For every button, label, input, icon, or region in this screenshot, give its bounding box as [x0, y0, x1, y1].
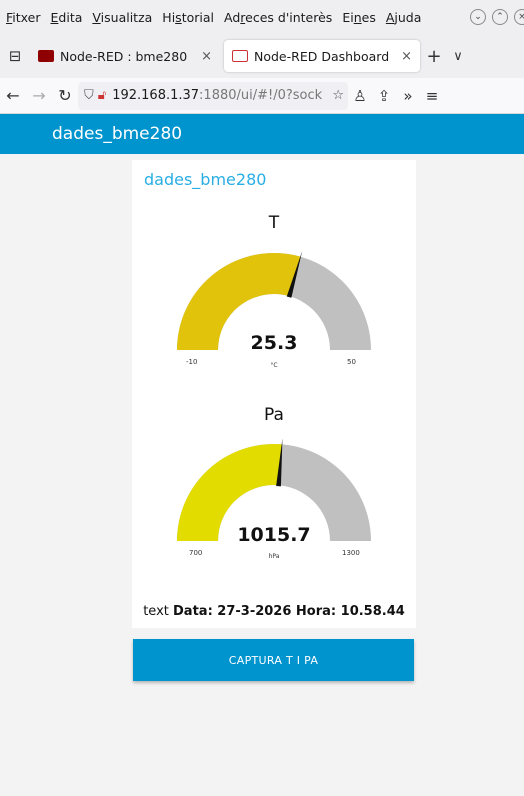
- menu-item-fitxer[interactable]: Fitxer: [6, 10, 41, 25]
- extensions-icon[interactable]: ♙: [348, 87, 372, 105]
- hamburger-menu-icon[interactable]: ≡: [420, 87, 444, 105]
- node-red-favicon-icon: [38, 50, 54, 62]
- tab-title: Node-RED : bme280: [60, 48, 188, 64]
- list-all-tabs-icon[interactable]: ∨: [448, 49, 468, 64]
- gauge-title-temperature: T: [268, 213, 280, 233]
- text-widget-value: Data: 27-3-2026 Hora: 10.58.44: [173, 604, 405, 619]
- menu-bar: Fitxer Edita Visualitza Historial Adrece…: [0, 0, 524, 34]
- navigation-bar: ← → ↻ ⛉ 🔓︎ 192.168.1.37:1880/ui/#!/0?soc…: [0, 78, 524, 114]
- dashboard-title: dades_bme280: [52, 124, 183, 144]
- menu-item-adreces[interactable]: Adreces d'interès: [224, 10, 332, 25]
- gauge-max-label: 1300: [342, 549, 360, 557]
- gauge-pressure: 1015.7 hPa 700 1300: [172, 439, 376, 599]
- group-title: dades_bme280: [144, 170, 267, 189]
- gauge-unit: °C: [270, 362, 278, 369]
- gauge-min-label: -10: [186, 358, 198, 366]
- reload-icon[interactable]: ↻: [52, 86, 78, 105]
- menu-item-eines[interactable]: Eines: [342, 10, 376, 25]
- tab-list-icon[interactable]: ⊟: [0, 47, 30, 65]
- tab-bar: ⊟ Node-RED : bme280 × Node-RED Dashboard…: [0, 34, 524, 78]
- minimize-icon[interactable]: ⌄: [470, 9, 486, 25]
- gauge-value: 1015.7: [237, 524, 311, 546]
- text-widget-label: text: [143, 604, 169, 619]
- dashboard-header: dades_bme280: [0, 114, 524, 154]
- gauge-value: 25.3: [250, 332, 298, 354]
- share-icon[interactable]: ⇪: [372, 87, 396, 105]
- back-icon[interactable]: ←: [0, 86, 26, 105]
- dashboard-group-card: dades_bme280 T 25.3 °C -10 50 Pa 1015.7 …: [132, 160, 416, 628]
- capture-t-pa-button[interactable]: CAPTURA T I PA: [133, 639, 414, 681]
- tab-node-red-dashboard[interactable]: Node-RED Dashboard ×: [224, 40, 420, 72]
- tab-title: Node-RED Dashboard: [254, 48, 390, 64]
- window-controls: ⌄ ⌃ ×: [470, 9, 524, 25]
- tracking-shield-icon[interactable]: ⛉: [84, 88, 94, 103]
- gauge-min-label: 700: [189, 549, 203, 557]
- url-path: :1880/ui/#!/0?sock: [199, 88, 323, 103]
- close-window-icon[interactable]: ×: [514, 9, 524, 25]
- menu-item-visualitza[interactable]: Visualitza: [92, 10, 152, 25]
- tab-close-icon[interactable]: ×: [201, 49, 212, 64]
- url-host: 192.168.1.37: [112, 88, 200, 103]
- overflow-chevron-icon[interactable]: »: [396, 87, 420, 105]
- gauge-max-label: 50: [347, 358, 356, 366]
- menu-item-historial[interactable]: Historial: [162, 10, 214, 25]
- gauge-title-pressure: Pa: [264, 405, 284, 425]
- tab-close-icon[interactable]: ×: [401, 49, 412, 64]
- forward-icon[interactable]: →: [26, 86, 52, 105]
- maximize-icon[interactable]: ⌃: [492, 9, 508, 25]
- gauge-temperature: 25.3 °C -10 50: [172, 248, 376, 408]
- node-red-dashboard-favicon-icon: [232, 50, 248, 62]
- tab-node-red-editor[interactable]: Node-RED : bme280 ×: [30, 40, 220, 72]
- bookmark-star-icon[interactable]: ☆: [332, 88, 344, 103]
- menu-item-ajuda[interactable]: Ajuda: [386, 10, 422, 25]
- insecure-lock-icon[interactable]: 🔓︎: [98, 88, 106, 103]
- menu-item-edita[interactable]: Edita: [51, 10, 83, 25]
- text-widget: text Data: 27-3-2026 Hora: 10.58.44: [132, 604, 416, 619]
- address-bar[interactable]: ⛉ 🔓︎ 192.168.1.37:1880/ui/#!/0?sock ☆: [78, 81, 348, 110]
- new-tab-button[interactable]: +: [420, 46, 448, 67]
